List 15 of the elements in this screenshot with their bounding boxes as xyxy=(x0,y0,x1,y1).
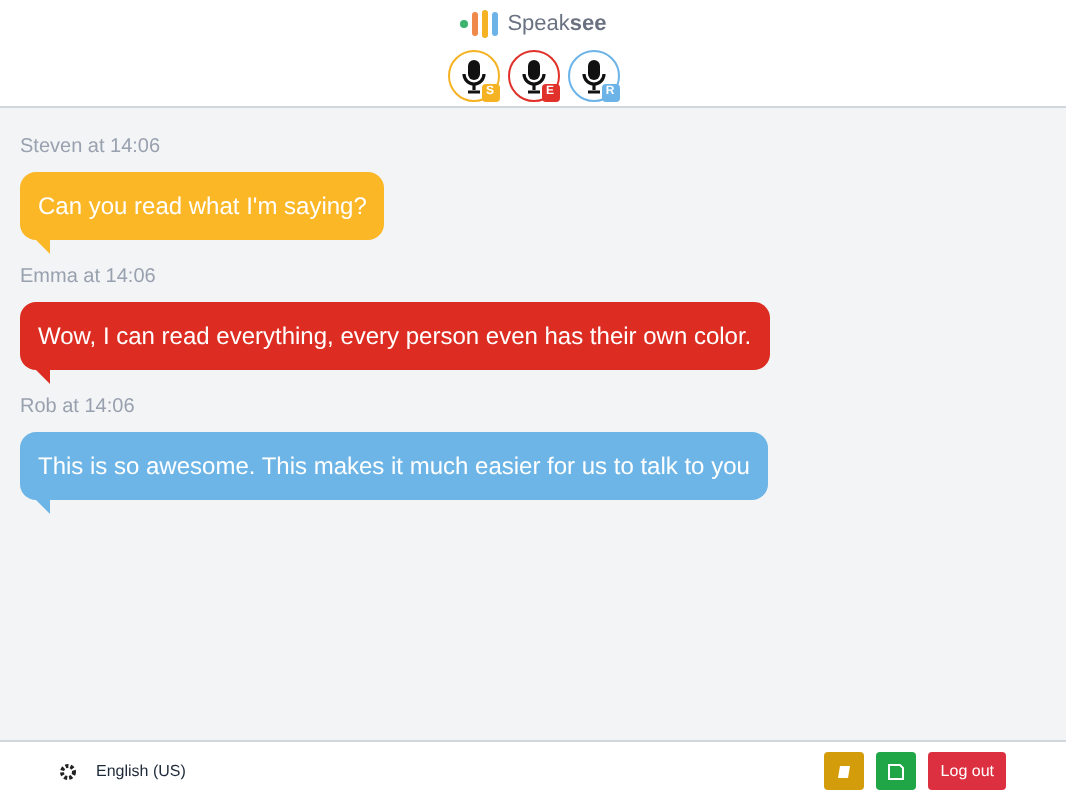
notes-button[interactable] xyxy=(824,752,865,790)
message-meta: Rob at 14:06 xyxy=(20,394,135,422)
logo-text: Speaksee xyxy=(507,10,607,40)
microphone-icon xyxy=(579,57,607,93)
message-meta: Steven at 14:06 xyxy=(20,134,161,162)
logo-icon xyxy=(459,10,500,39)
note-icon xyxy=(836,763,853,779)
settings-icon[interactable] xyxy=(60,763,76,779)
floppy-icon xyxy=(888,763,905,779)
language-label[interactable]: English (US) xyxy=(96,759,186,783)
message-meta: Emma at 14:06 xyxy=(20,264,156,292)
logout-button[interactable]: Log out xyxy=(928,752,1006,790)
microphone-icon xyxy=(519,57,547,93)
microphone-icon xyxy=(459,57,487,93)
save-button[interactable] xyxy=(876,752,917,790)
